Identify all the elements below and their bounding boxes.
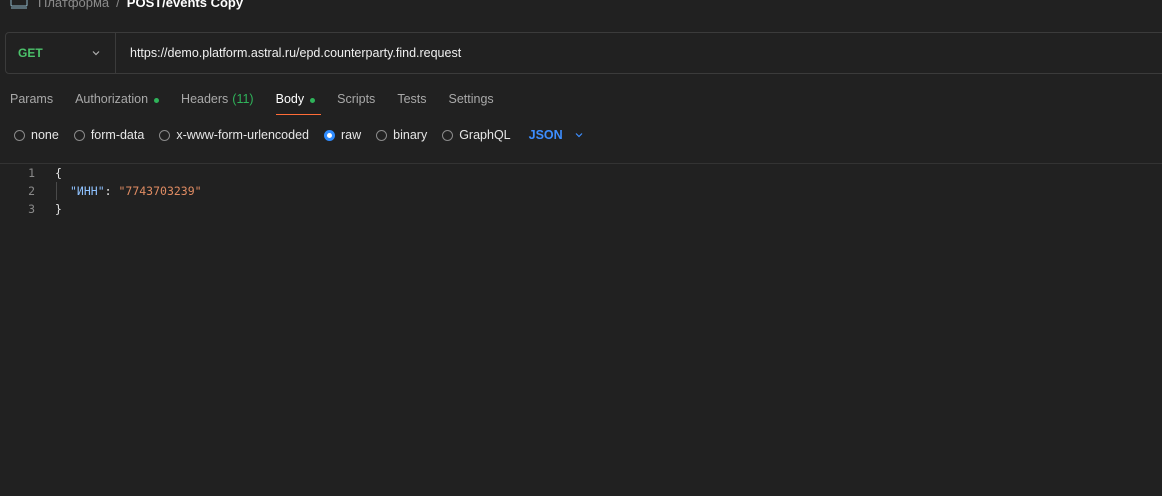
tab-label: Tests (397, 92, 427, 106)
chevron-down-icon (575, 133, 583, 138)
code-line: 1 { (0, 164, 1162, 182)
radio-button-checked[interactable] (324, 129, 335, 141)
body-editor[interactable]: 1 { 2 "ИНН": "7743703239" 3 } (0, 164, 1162, 218)
raw-language-select[interactable]: JSON (529, 128, 585, 142)
code-text: "ИНН": "7743703239" (70, 184, 202, 198)
tab-scripts[interactable]: Scripts (337, 87, 375, 115)
body-type-urlencoded[interactable]: x-www-form-urlencoded (159, 128, 309, 142)
url-bar: GET https://demo.platform.astral.ru/epd.… (5, 32, 1162, 74)
request-tabs: Params Authorization Headers (11) Body S… (10, 87, 516, 115)
tab-authorization[interactable]: Authorization (75, 87, 160, 115)
breadcrumb: Платформа / POST/events Copy (10, 0, 243, 11)
tab-body[interactable]: Body (275, 87, 321, 115)
tab-tests[interactable]: Tests (397, 87, 426, 115)
json-colon: : (104, 184, 119, 198)
radio-button[interactable] (442, 129, 454, 141)
radio-label: x-www-form-urlencoded (176, 128, 309, 142)
body-type-graphql[interactable]: GraphQL (442, 128, 511, 142)
line-number: 3 (28, 202, 35, 216)
tab-label: Headers (181, 92, 229, 106)
code-line: 3 } (0, 200, 1162, 218)
tab-label: Body (275, 92, 305, 106)
raw-language-label: JSON (528, 128, 563, 142)
json-value: "7743703239" (118, 184, 202, 198)
tab-count: (11) (232, 92, 254, 106)
tab-headers[interactable]: Headers (11) (181, 87, 254, 115)
body-type-form-data[interactable]: form-data (73, 128, 145, 142)
json-key: "ИНН" (70, 184, 105, 198)
breadcrumb-separator: / (116, 0, 120, 10)
body-type-none[interactable]: none (14, 128, 59, 142)
radio-button[interactable] (14, 129, 25, 141)
code-text: { (55, 166, 62, 180)
radio-button[interactable] (376, 129, 388, 141)
line-number: 1 (28, 166, 35, 180)
indent-guide (56, 182, 57, 200)
method-select[interactable]: GET (6, 33, 116, 73)
radio-button[interactable] (73, 129, 85, 141)
tab-label: Params (10, 92, 54, 106)
radio-label: form-data (90, 128, 145, 142)
breadcrumb-parent[interactable]: Платформа (38, 0, 109, 10)
method-label: GET (18, 46, 43, 60)
body-type-options: none form-data x-www-form-urlencoded raw… (14, 127, 585, 143)
url-input[interactable]: https://demo.platform.astral.ru/epd.coun… (116, 46, 461, 60)
chevron-down-icon (92, 51, 100, 56)
http-request-icon (10, 0, 28, 9)
radio-label: binary (393, 128, 428, 142)
tab-settings[interactable]: Settings (449, 87, 494, 115)
body-type-raw[interactable]: raw (324, 128, 361, 142)
status-dot (154, 98, 160, 103)
tab-params[interactable]: Params (10, 87, 53, 115)
radio-button[interactable] (159, 129, 171, 141)
body-type-binary[interactable]: binary (376, 128, 427, 142)
tab-label: Scripts (337, 92, 376, 106)
status-dot (310, 98, 316, 103)
request-name[interactable]: POST/events Copy (127, 0, 243, 10)
radio-label: raw (341, 128, 362, 142)
code-text: } (55, 202, 62, 216)
tab-label: Settings (448, 92, 494, 106)
radio-label: none (31, 128, 59, 142)
radio-label: GraphQL (459, 128, 511, 142)
code-line: 2 "ИНН": "7743703239" (0, 182, 1162, 200)
tab-label: Authorization (75, 92, 149, 106)
line-number: 2 (28, 184, 35, 198)
